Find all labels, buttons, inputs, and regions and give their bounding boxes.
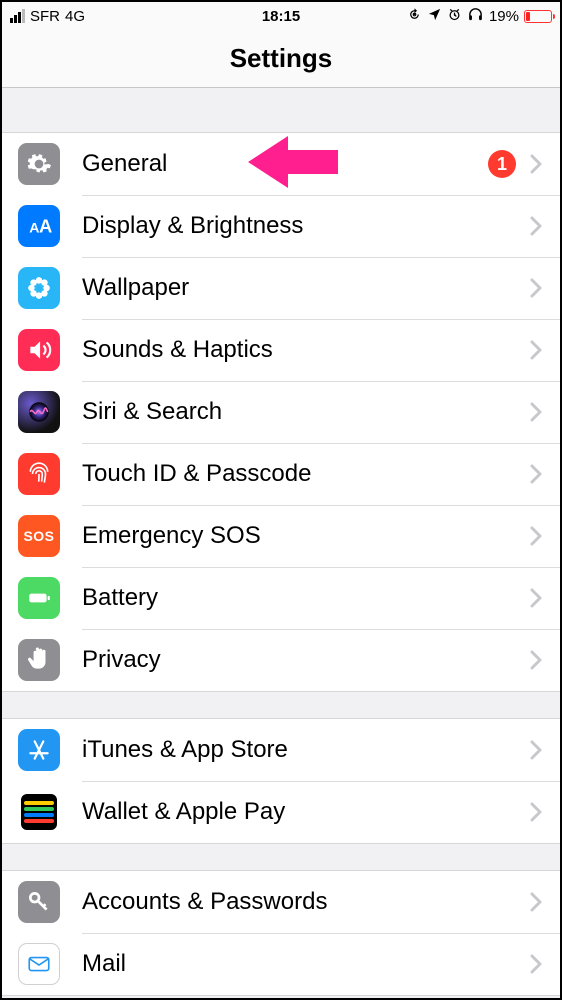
network-label: 4G: [65, 8, 85, 25]
status-left: SFR 4G: [10, 8, 85, 25]
row-label: iTunes & App Store: [82, 736, 530, 764]
row-label: Privacy: [82, 646, 530, 674]
headphones-icon: [467, 6, 484, 27]
row-label: Siri & Search: [82, 398, 530, 426]
chevron-right-icon: [530, 740, 542, 760]
siri-icon: [18, 391, 60, 433]
chevron-right-icon: [530, 954, 542, 974]
orientation-lock-icon: [407, 7, 422, 26]
chevron-right-icon: [530, 154, 542, 174]
row-label: Wallpaper: [82, 274, 530, 302]
flower-icon: [18, 267, 60, 309]
chevron-right-icon: [530, 802, 542, 822]
settings-row-privacy[interactable]: Privacy: [2, 629, 560, 691]
settings-row-itunes-app-store[interactable]: iTunes & App Store: [2, 719, 560, 781]
group-separator: [2, 88, 560, 132]
settings-row-touch-id-passcode[interactable]: Touch ID & Passcode: [2, 443, 560, 505]
row-label: Wallet & Apple Pay: [82, 798, 530, 826]
wallet-icon: [18, 791, 60, 833]
row-label: Display & Brightness: [82, 212, 530, 240]
svg-text:A: A: [29, 220, 39, 236]
settings-row-siri-search[interactable]: Siri & Search: [2, 381, 560, 443]
settings-row-sounds-haptics[interactable]: Sounds & Haptics: [2, 319, 560, 381]
alarm-icon: [447, 7, 462, 26]
chevron-right-icon: [530, 526, 542, 546]
row-label: Emergency SOS: [82, 522, 530, 550]
settings-row-mail[interactable]: Mail: [2, 933, 560, 995]
appstore-icon: [18, 729, 60, 771]
battery-percent-label: 19%: [489, 8, 519, 25]
settings-row-accounts-passwords[interactable]: Accounts & Passwords: [2, 871, 560, 933]
row-label: Touch ID & Passcode: [82, 460, 530, 488]
chevron-right-icon: [530, 892, 542, 912]
settings-row-display-brightness[interactable]: AA Display & Brightness: [2, 195, 560, 257]
nav-header: Settings: [2, 30, 560, 88]
envelope-icon: [18, 943, 60, 985]
row-label: Sounds & Haptics: [82, 336, 530, 364]
settings-group: General1 AA Display & Brightness Wallpaper S…: [2, 132, 560, 692]
settings-row-emergency-sos[interactable]: SOS Emergency SOS: [2, 505, 560, 567]
row-label: Mail: [82, 950, 530, 978]
page-title: Settings: [230, 43, 333, 74]
speaker-icon: [18, 329, 60, 371]
chevron-right-icon: [530, 588, 542, 608]
status-bar: SFR 4G 18:15 19%: [2, 2, 560, 30]
carrier-label: SFR: [30, 8, 60, 25]
text-size-icon: AA: [18, 205, 60, 247]
settings-row-wallet-apple-pay[interactable]: Wallet & Apple Pay: [2, 781, 560, 843]
settings-row-wallpaper[interactable]: Wallpaper: [2, 257, 560, 319]
sos-icon: SOS: [18, 515, 60, 557]
chevron-right-icon: [530, 278, 542, 298]
chevron-right-icon: [530, 216, 542, 236]
settings-row-battery[interactable]: Battery: [2, 567, 560, 629]
settings-group: iTunes & App Store Wallet & Apple Pay: [2, 718, 560, 844]
battery-icon: [524, 10, 552, 23]
settings-row-general[interactable]: General1: [2, 133, 560, 195]
chevron-right-icon: [530, 650, 542, 670]
group-separator: [2, 692, 560, 718]
fingerprint-icon: [18, 453, 60, 495]
group-separator: [2, 844, 560, 870]
cellular-signal-icon: [10, 9, 25, 23]
chevron-right-icon: [530, 340, 542, 360]
settings-group: Accounts & Passwords Mail: [2, 870, 560, 996]
row-label: General: [82, 150, 488, 178]
status-right: 19%: [407, 6, 552, 27]
chevron-right-icon: [530, 464, 542, 484]
settings-list: General1 AA Display & Brightness Wallpaper S…: [2, 88, 560, 996]
hand-icon: [18, 639, 60, 681]
row-label: Accounts & Passwords: [82, 888, 530, 916]
key-icon: [18, 881, 60, 923]
battery-icon: [18, 577, 60, 619]
notification-badge: 1: [488, 150, 516, 178]
gear-icon: [18, 143, 60, 185]
row-label: Battery: [82, 584, 530, 612]
svg-text:A: A: [39, 216, 52, 237]
location-icon: [427, 7, 442, 26]
chevron-right-icon: [530, 402, 542, 422]
